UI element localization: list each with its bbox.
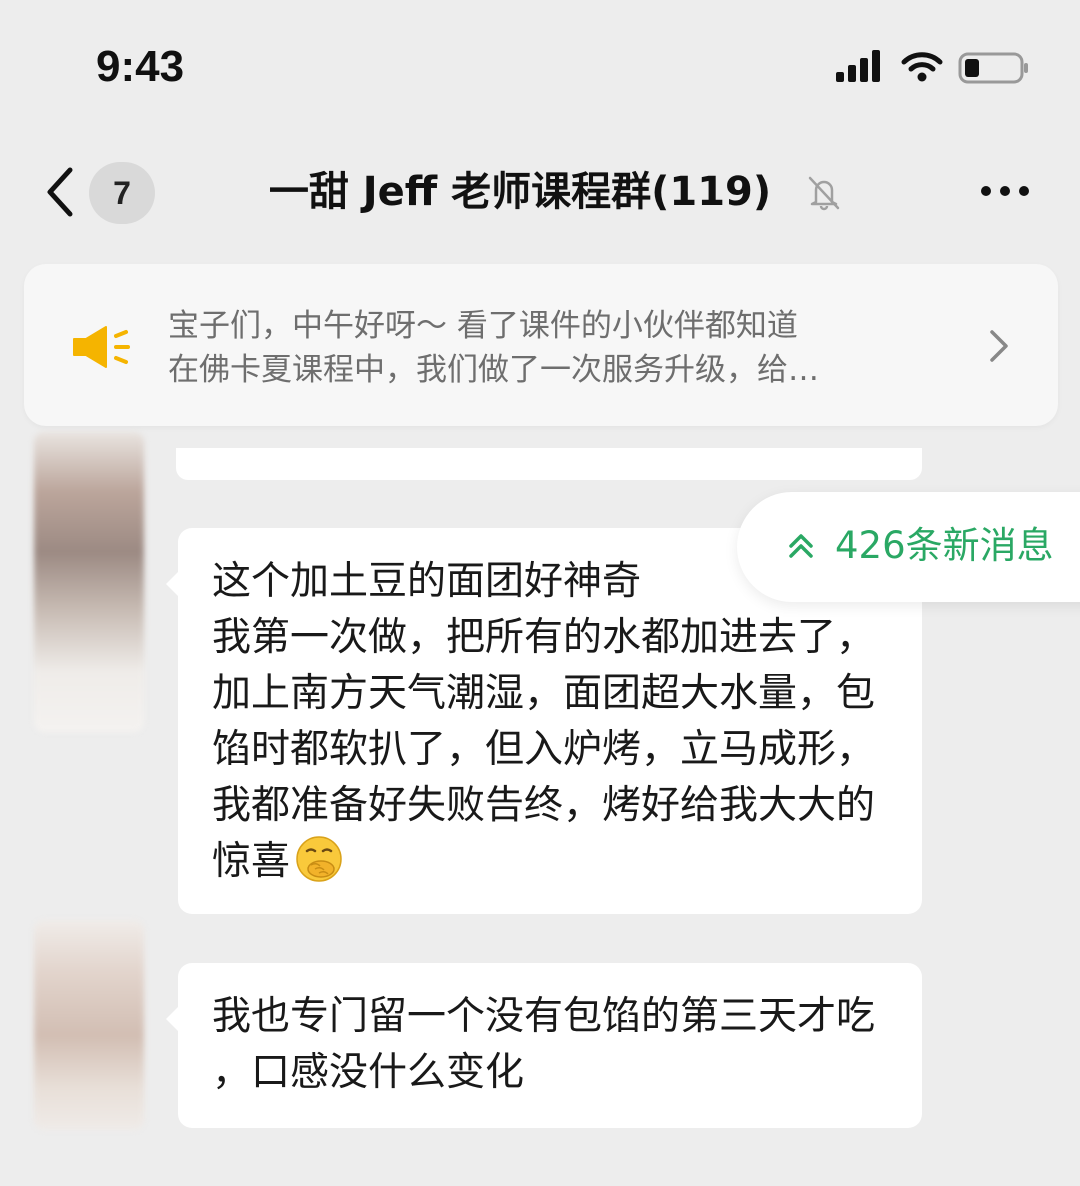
- status-time: 9:43: [96, 42, 185, 91]
- group-announcement[interactable]: 宝子们，中午好呀～ 看了课件的小伙伴都知道 在佛卡夏课程中，我们做了一次服务升级…: [24, 264, 1058, 426]
- bell-muted-icon: [808, 176, 840, 211]
- sender-avatar[interactable]: [34, 432, 144, 732]
- announcement-text: 宝子们，中午好呀～ 看了课件的小伙伴都知道 在佛卡夏课程中，我们做了一次服务升级…: [168, 304, 958, 392]
- chat-header: 7 一甜 Jeff 老师课程群(119): [0, 140, 1080, 240]
- chevron-left-icon[interactable]: [40, 164, 80, 220]
- sender-avatar[interactable]: [34, 920, 144, 1130]
- cellular-signal-icon: [836, 50, 880, 82]
- speaker-icon: [73, 326, 130, 368]
- more-dots-icon[interactable]: [980, 184, 1030, 198]
- battery-icon: [958, 52, 1028, 84]
- announcement-line-1: 宝子们，中午好呀～ 看了课件的小伙伴都知道: [168, 308, 798, 344]
- unread-count-badge[interactable]: 7: [89, 162, 155, 224]
- new-messages-button[interactable]: 426条新消息: [737, 492, 1080, 602]
- new-messages-label: 426条新消息: [835, 524, 1054, 567]
- status-bar: 9:43: [0, 0, 1080, 130]
- message-text: 我也专门留一个没有包馅的第三天才吃 ，口感没什么变化: [212, 994, 876, 1095]
- message-bubble[interactable]: 我也专门留一个没有包馅的第三天才吃 ，口感没什么变化: [166, 963, 922, 1128]
- wifi-icon: [901, 52, 943, 82]
- chat-title: 一甜 Jeff 老师课程群(119): [268, 169, 772, 215]
- previous-message-bubble: [176, 448, 922, 480]
- announcement-line-2: 在佛卡夏课程中，我们做了一次服务升级，给…: [168, 352, 819, 388]
- double-chevron-up-icon: [789, 534, 813, 558]
- chevron-right-icon: [990, 330, 1008, 362]
- hand-over-mouth-emoji-icon: [296, 836, 342, 882]
